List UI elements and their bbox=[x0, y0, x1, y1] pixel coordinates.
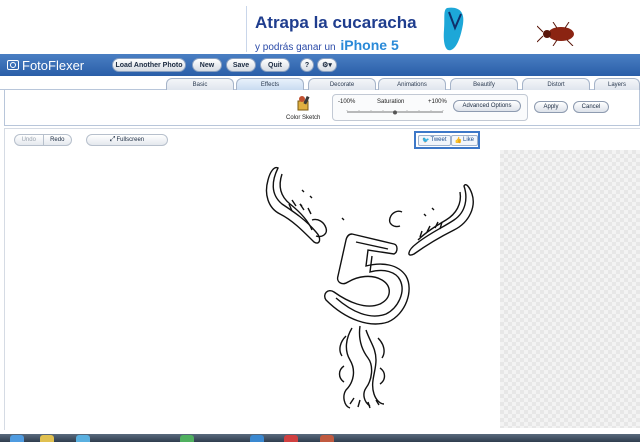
fullscreen-icon: ⤢ bbox=[109, 136, 116, 143]
photo-canvas-image[interactable] bbox=[242, 150, 500, 428]
canvas-transparent-area bbox=[500, 150, 640, 428]
saturation-max-label: +100% bbox=[428, 99, 447, 105]
app-logo-text: FotoFlexer bbox=[22, 57, 85, 73]
tweet-label: Tweet bbox=[430, 137, 447, 143]
browser-icon[interactable] bbox=[76, 435, 90, 442]
ad-title: Atrapa la cucaracha bbox=[255, 13, 417, 32]
cockroach-icon bbox=[537, 22, 574, 46]
advanced-options-button[interactable]: Advanced Options bbox=[453, 100, 521, 112]
start-icon[interactable] bbox=[10, 435, 24, 442]
app-icon-blue[interactable] bbox=[250, 435, 264, 442]
saturation-min-label: -100% bbox=[338, 99, 356, 105]
tweet-button[interactable]: 🐦 Tweet bbox=[418, 134, 451, 146]
flip-flop-icon bbox=[443, 7, 464, 51]
fullscreen-button[interactable]: ⤢ Fullscreen bbox=[86, 134, 168, 146]
saturation-slider-thumb[interactable] bbox=[393, 110, 397, 115]
twitter-icon: 🐦 bbox=[422, 137, 430, 144]
saturation-slider[interactable] bbox=[346, 109, 444, 115]
undo-redo-group: Undo Redo bbox=[14, 134, 72, 146]
app-icon-red[interactable] bbox=[284, 435, 298, 442]
tab-distort[interactable]: Distort bbox=[522, 78, 590, 90]
cancel-button[interactable]: Cancel bbox=[573, 101, 609, 113]
color-sketch-icon[interactable] bbox=[296, 95, 312, 111]
folder-icon[interactable] bbox=[40, 435, 54, 442]
load-another-photo-button[interactable]: Load Another Photo bbox=[112, 58, 186, 72]
ad-prize: iPhone 5 bbox=[340, 37, 399, 53]
like-button[interactable]: 👍 Like bbox=[450, 134, 478, 146]
new-button[interactable]: New bbox=[192, 58, 222, 72]
save-button[interactable]: Save bbox=[226, 58, 256, 72]
app-icon-green[interactable] bbox=[180, 435, 194, 442]
like-label: Like bbox=[462, 137, 474, 143]
saturation-label: Saturation bbox=[377, 99, 405, 105]
color-sketch-label: Color Sketch bbox=[286, 115, 321, 121]
tab-beautify[interactable]: Beautify bbox=[450, 78, 518, 90]
tab-layers[interactable]: Layers bbox=[594, 78, 640, 90]
help-button[interactable]: ? bbox=[300, 58, 314, 72]
camera-icon bbox=[7, 60, 19, 70]
fullscreen-label: Fullscreen bbox=[116, 137, 145, 143]
settings-button[interactable]: ⚙▾ bbox=[317, 58, 337, 72]
redo-button[interactable]: Redo bbox=[44, 135, 72, 145]
quit-button[interactable]: Quit bbox=[260, 58, 290, 72]
undo-button[interactable]: Undo bbox=[15, 135, 44, 145]
app-icon-orange[interactable] bbox=[320, 435, 334, 442]
top-toolbar: FotoFlexer Load Another Photo New Save Q… bbox=[0, 54, 640, 76]
tab-effects[interactable]: Effects bbox=[236, 78, 304, 90]
share-box: 🐦 Tweet 👍 Like bbox=[414, 131, 480, 149]
tab-basic[interactable]: Basic bbox=[166, 78, 234, 90]
tab-animations[interactable]: Animations bbox=[378, 78, 446, 90]
ad-banner[interactable]: Atrapa la cucaracha y podrás ganar un iP… bbox=[246, 6, 640, 53]
app-logo[interactable]: FotoFlexer bbox=[7, 57, 84, 73]
tab-bar: Basic Effects Decorate Animations Beauti… bbox=[0, 76, 640, 90]
thumbs-up-icon: 👍 bbox=[454, 137, 462, 144]
ad-subtitle: y podrás ganar un iPhone 5 bbox=[255, 37, 399, 53]
ad-subtitle-text: y podrás ganar un bbox=[255, 42, 336, 53]
apply-button[interactable]: Apply bbox=[534, 101, 568, 113]
tab-decorate[interactable]: Decorate bbox=[308, 78, 376, 90]
